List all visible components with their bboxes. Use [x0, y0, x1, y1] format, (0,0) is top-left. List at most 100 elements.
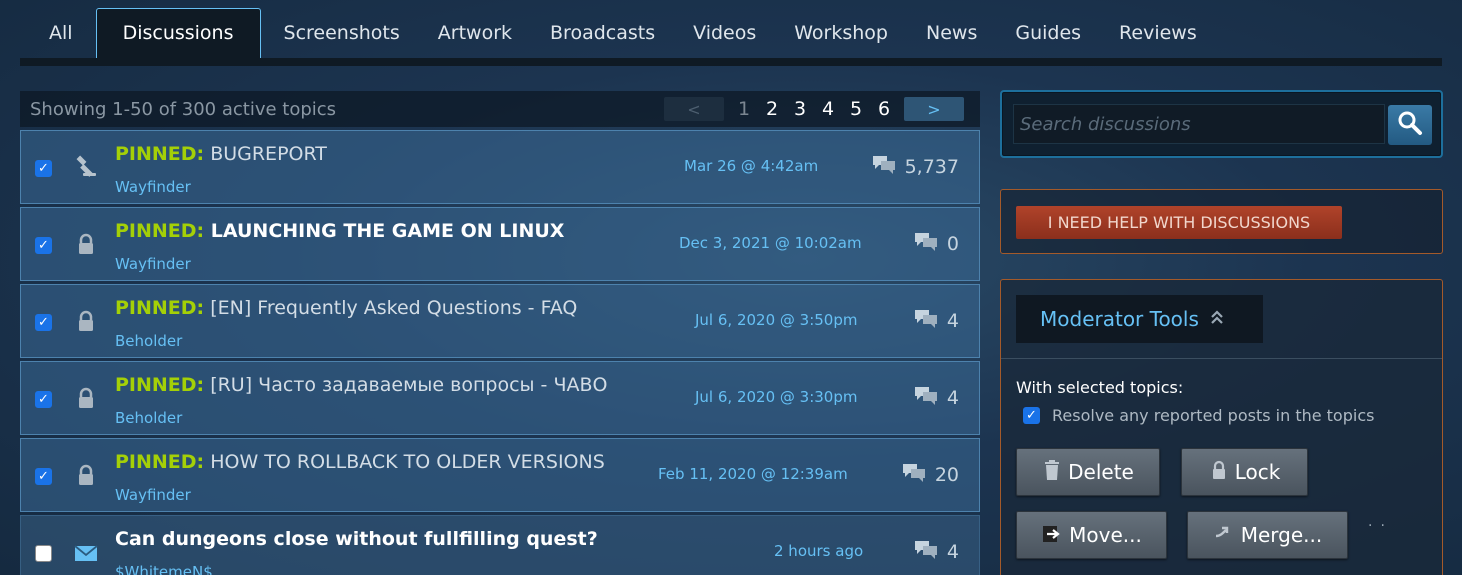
topic-title-text: HOW TO ROLLBACK TO OLDER VERSIONS — [204, 451, 605, 473]
tab-news[interactable]: News — [907, 22, 996, 58]
topic-author[interactable]: Wayfinder — [115, 486, 191, 504]
page-link[interactable]: 6 — [870, 98, 898, 120]
tab-screenshots[interactable]: Screenshots — [265, 22, 419, 58]
topic-date: Jul 6, 2020 @ 3:30pm — [695, 388, 858, 406]
help-discussions-button[interactable]: I NEED HELP WITH DISCUSSIONS — [1016, 206, 1342, 239]
reply-count-value: 4 — [946, 541, 959, 563]
prev-page-button[interactable]: < — [664, 97, 724, 121]
topic-row[interactable]: ✓ PINNED: HOW TO ROLLBACK TO OLDER VERSI… — [20, 438, 980, 512]
double-chevron-up-icon — [1209, 309, 1225, 329]
tab-discussions[interactable]: Discussions — [95, 8, 261, 58]
with-selected-label: With selected topics: — [1016, 378, 1184, 397]
pinned-label: PINNED: — [115, 143, 205, 165]
topic-title-text: BUGREPORT — [204, 143, 327, 165]
delete-button[interactable]: Delete — [1016, 448, 1160, 496]
topic-checkbox[interactable]: ✓ — [35, 160, 52, 177]
move-label: Move... — [1069, 523, 1142, 547]
topic-author[interactable]: Beholder — [115, 409, 182, 427]
topic-title[interactable]: Can dungeons close without fullfilling q… — [115, 528, 598, 550]
topic-title[interactable]: PINNED: [RU] Часто задаваемые вопросы - … — [115, 374, 607, 396]
page-link[interactable]: 3 — [786, 98, 814, 120]
move-button[interactable]: Move... — [1016, 511, 1167, 559]
topic-author[interactable]: Beholder — [115, 332, 182, 350]
topic-date: 2 hours ago — [774, 542, 864, 560]
topic-date: Mar 26 @ 4:42am — [684, 157, 819, 175]
tab-artwork[interactable]: Artwork — [419, 22, 531, 58]
trash-icon — [1042, 459, 1068, 486]
topic-row[interactable]: ✓ PINNED: [RU] Часто задаваемые вопросы … — [20, 361, 980, 435]
topic-checkbox[interactable]: ✓ — [35, 314, 52, 331]
topic-title[interactable]: PINNED: BUGREPORT — [115, 143, 327, 165]
topic-date: Jul 6, 2020 @ 3:50pm — [695, 311, 858, 329]
moderator-tools-header[interactable]: Moderator Tools — [1016, 295, 1263, 343]
comment-icon — [913, 308, 939, 334]
topic-list: ✓ PINNED: BUGREPORT Wayfinder Mar 26 @ 4… — [20, 130, 980, 575]
reply-count: 4 — [913, 308, 959, 334]
topic-title-text: [RU] Часто задаваемые вопросы - ЧАВО — [204, 374, 608, 396]
search-icon — [1397, 110, 1423, 140]
merge-button[interactable]: Merge... — [1187, 511, 1348, 559]
next-page-button[interactable]: > — [904, 97, 964, 121]
resolve-reports-option[interactable]: ✓ Resolve any reported posts in the topi… — [1023, 406, 1374, 425]
resolve-reports-label: Resolve any reported posts in the topics — [1052, 406, 1375, 425]
resolve-reports-checkbox[interactable]: ✓ — [1023, 407, 1040, 424]
topic-row[interactable]: ✓ PINNED: [EN] Frequently Asked Question… — [20, 284, 980, 358]
topic-row[interactable]: Can dungeons close without fullfilling q… — [20, 515, 980, 575]
page-link-current: 1 — [737, 98, 751, 120]
comment-icon — [913, 539, 939, 565]
page-link[interactable]: 2 — [758, 98, 786, 120]
divider — [1001, 358, 1442, 359]
moderator-tools-title: Moderator Tools — [1040, 307, 1199, 331]
pinned-label: PINNED: — [115, 220, 205, 242]
page-link[interactable]: 5 — [842, 98, 870, 120]
lock-icon — [73, 386, 99, 412]
tab-guides[interactable]: Guides — [996, 22, 1100, 58]
topic-title-text: Can dungeons close without fullfilling q… — [115, 528, 598, 550]
tab-videos[interactable]: Videos — [674, 22, 775, 58]
pinned-label: PINNED: — [115, 451, 205, 473]
help-panel: I NEED HELP WITH DISCUSSIONS — [1000, 189, 1443, 254]
search-button[interactable] — [1388, 105, 1432, 145]
lock-icon — [73, 232, 99, 258]
lock-icon — [73, 309, 99, 335]
topic-title-text: LAUNCHING THE GAME ON LINUX — [204, 220, 565, 242]
topic-checkbox[interactable]: ✓ — [35, 391, 52, 408]
envelope-icon — [73, 540, 99, 566]
comment-icon — [913, 385, 939, 411]
pagination: < 1 2 3 4 5 6 > — [658, 91, 980, 127]
move-icon — [1041, 522, 1069, 549]
delete-label: Delete — [1068, 460, 1134, 484]
topic-row[interactable]: ✓ PINNED: BUGREPORT Wayfinder Mar 26 @ 4… — [20, 130, 980, 204]
topic-author[interactable]: Wayfinder — [115, 255, 191, 273]
reply-count: 0 — [913, 231, 959, 257]
topic-date: Dec 3, 2021 @ 10:02am — [679, 234, 862, 252]
topic-title[interactable]: PINNED: LAUNCHING THE GAME ON LINUX — [115, 220, 564, 242]
content-tabs: All Discussions Screenshots Artwork Broa… — [20, 8, 1442, 66]
reply-count: 20 — [901, 462, 959, 488]
lock-button[interactable]: Lock — [1181, 448, 1308, 496]
topic-row[interactable]: ✓ PINNED: LAUNCHING THE GAME ON LINUX Wa… — [20, 207, 980, 281]
reply-count: 4 — [913, 385, 959, 411]
topic-list-header: Showing 1-50 of 300 active topics < 1 2 … — [20, 91, 980, 127]
topic-title[interactable]: PINNED: HOW TO ROLLBACK TO OLDER VERSION… — [115, 451, 605, 473]
topic-author[interactable]: Wayfinder — [115, 178, 191, 196]
merge-arrow-icon — [1213, 522, 1241, 549]
gavel-icon — [73, 155, 99, 181]
tab-all[interactable]: All — [20, 22, 92, 58]
tab-reviews[interactable]: Reviews — [1100, 22, 1216, 58]
page-link[interactable]: 4 — [814, 98, 842, 120]
pinned-label: PINNED: — [115, 297, 205, 319]
search-input[interactable] — [1013, 104, 1385, 144]
topic-checkbox[interactable]: ✓ — [35, 468, 52, 485]
tab-workshop[interactable]: Workshop — [775, 22, 907, 58]
search-panel — [1000, 90, 1443, 158]
reply-count-value: 4 — [946, 387, 959, 409]
topic-title-text: [EN] Frequently Asked Questions - FAQ — [204, 297, 578, 319]
tab-broadcasts[interactable]: Broadcasts — [531, 22, 674, 58]
topic-title[interactable]: PINNED: [EN] Frequently Asked Questions … — [115, 297, 577, 319]
topic-checkbox[interactable] — [35, 545, 52, 562]
topic-checkbox[interactable]: ✓ — [35, 237, 52, 254]
merge-label: Merge... — [1240, 523, 1323, 547]
comment-icon — [871, 154, 897, 180]
topic-author[interactable]: $WhitemeN$ — [115, 563, 213, 575]
